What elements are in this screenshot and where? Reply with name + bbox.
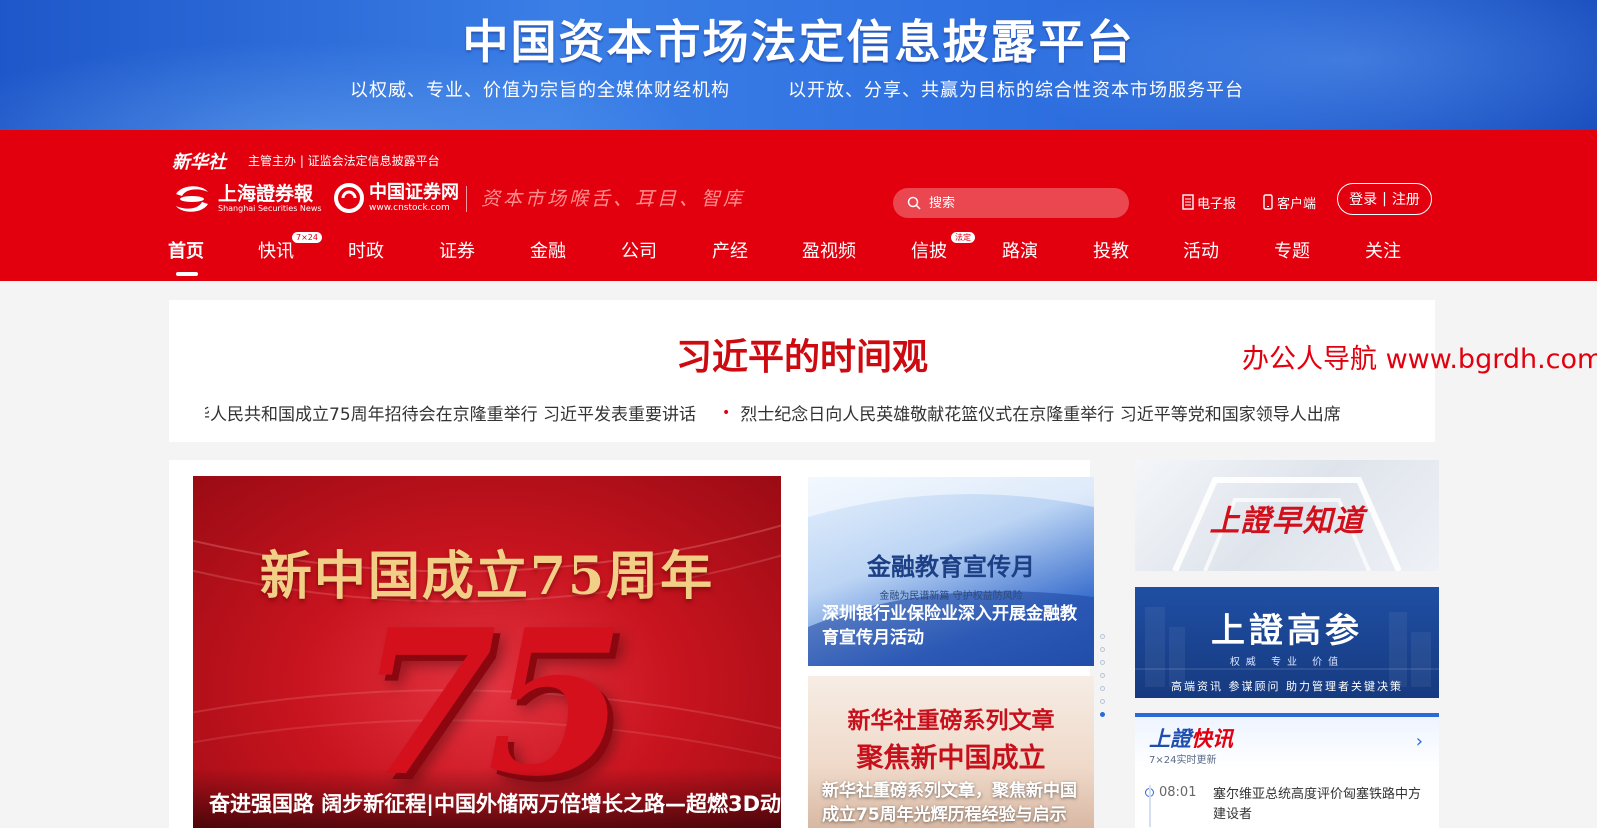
header-slogan: 资本市场喉舌、耳目、智库 bbox=[466, 186, 745, 212]
main-nav: 首页 快讯 7×24 时政 证券 金融 公司 产经 盈视频 信披 法定 路演 投教 … bbox=[168, 232, 1438, 278]
nav-item-company[interactable]: 公司 bbox=[621, 238, 657, 278]
nav-item-finance[interactable]: 金融 bbox=[530, 238, 566, 278]
card-subtitle: 金融为民谱新篇 守护权益防风险 bbox=[879, 591, 1023, 602]
carousel-dot[interactable] bbox=[1100, 634, 1105, 639]
nav-item-roadshow[interactable]: 路演 bbox=[1002, 238, 1038, 278]
client-label: 客户端 bbox=[1277, 196, 1317, 212]
nav-badge-7x24: 7×24 bbox=[292, 232, 322, 243]
nav-item-events[interactable]: 活动 bbox=[1183, 238, 1219, 278]
nav-item-industry[interactable]: 产经 bbox=[712, 238, 748, 278]
search-box[interactable] bbox=[893, 188, 1129, 218]
login-separator: | bbox=[1382, 191, 1387, 207]
cnstock-logo[interactable]: 中国证券网 www.cnstock.com bbox=[333, 182, 459, 214]
executive-advisor-tagline: 高端资讯 参谋顾问 助力管理者关键决策 bbox=[1171, 680, 1403, 693]
xinhua-logo[interactable]: 新华社 bbox=[172, 148, 226, 174]
news-card-finance-education[interactable]: 金融教育宣传月 金融为民谱新篇 守护权益防风险 深圳银行业保险业深入开展金融教育… bbox=[808, 477, 1094, 666]
site-header: 新华社 主管主办 | 证监会法定信息披露平台 上海證券報 Shanghai Se… bbox=[0, 130, 1597, 281]
nav-item-disclosure[interactable]: 信披 法定 bbox=[911, 232, 975, 278]
carousel-dot[interactable] bbox=[1100, 647, 1105, 652]
banner-subtitle-right: 以开放、分享、共赢为目标的综合性资本市场服务平台 bbox=[788, 80, 1244, 101]
carousel-dots bbox=[1100, 634, 1106, 725]
register-link[interactable]: 注册 bbox=[1392, 189, 1420, 209]
carousel-dot[interactable] bbox=[1100, 699, 1105, 704]
flash-news-text[interactable]: 塞尔维亚总统高度评价匈塞铁路中方建设者 bbox=[1213, 785, 1425, 825]
carousel-dot-active[interactable] bbox=[1100, 712, 1105, 717]
search-input[interactable] bbox=[929, 195, 1109, 211]
shanghai-securities-news-logo[interactable]: 上海證券報 Shanghai Securities News bbox=[172, 182, 322, 216]
card-caption[interactable]: 新华社重磅系列文章，聚焦新中国成立75周年光辉历程经验与启示 bbox=[822, 779, 1088, 827]
nav-item-investor-education[interactable]: 投教 bbox=[1093, 238, 1129, 278]
carousel-dot[interactable] bbox=[1100, 686, 1105, 691]
card-title-line1: 新华社重磅系列文章 bbox=[847, 707, 1055, 734]
nav-badge-legal: 法定 bbox=[951, 232, 975, 243]
flash-news-item[interactable]: 08:01 塞尔维亚总统高度评价匈塞铁路中方建设者 bbox=[1149, 785, 1425, 827]
ssn-logo-en: Shanghai Securities News bbox=[218, 204, 322, 213]
nav-item-video[interactable]: 盈视频 bbox=[802, 238, 856, 278]
search-icon bbox=[907, 196, 921, 210]
banner-title: 中国资本市场法定信息披露平台 bbox=[462, 15, 1135, 69]
timeline-bar bbox=[1149, 785, 1151, 827]
nav-item-politics[interactable]: 时政 bbox=[348, 238, 384, 278]
login-link[interactable]: 登录 bbox=[1349, 189, 1377, 209]
executive-advisor-banner[interactable]: 上證高参 权威 专业 价值 高端资讯 参谋顾问 助力管理者关键决策 bbox=[1135, 587, 1439, 698]
ssn-logo-cn: 上海證券報 bbox=[218, 183, 314, 205]
card-title-line2: 聚焦新中国成立 bbox=[856, 743, 1046, 774]
ticker-item[interactable]: 华人民共和国成立75周年招待会在京隆重举行 习近平发表重要讲话 bbox=[205, 400, 696, 425]
news-card-xinhua-series[interactable]: 新华社重磅系列文章 聚焦新中国成立 新华社重磅系列文章，聚焦新中国成立75周年光… bbox=[808, 676, 1094, 828]
morning-brief-banner[interactable]: 上證早知道 bbox=[1135, 460, 1439, 571]
ssn-swirl-icon bbox=[176, 186, 208, 212]
cnstock-ring-icon bbox=[334, 183, 364, 213]
card-caption[interactable]: 深圳银行业保险业深入开展金融教育宣传月活动 bbox=[822, 602, 1088, 650]
news-ticker: 华人民共和国成立75周年招待会在京隆重举行 习近平发表重要讲话 • 烈士纪念日向人… bbox=[205, 400, 1397, 428]
nav-item-flash[interactable]: 快讯 7×24 bbox=[258, 232, 322, 278]
flash-news-subtitle: 7×24实时更新 bbox=[1149, 755, 1217, 766]
login-register-button[interactable]: 登录 | 注册 bbox=[1337, 183, 1432, 215]
banner-subtitle-left: 以权威、专业、价值为宗旨的全媒体财经机构 bbox=[350, 80, 730, 101]
carousel-dot[interactable] bbox=[1100, 673, 1105, 678]
nav-item-home[interactable]: 首页 bbox=[168, 238, 204, 278]
newspaper-icon bbox=[1182, 194, 1194, 210]
client-link[interactable]: 客户端 bbox=[1262, 190, 1316, 214]
nav-item-topics[interactable]: 专题 bbox=[1274, 238, 1310, 278]
cnstock-logo-cn: 中国证券网 bbox=[369, 182, 459, 203]
cnstock-logo-en: www.cnstock.com bbox=[369, 203, 450, 213]
headline-panel: 习近平的时间观 办公人导航 www.bgrdh.com 华人民共和国成立75周年… bbox=[169, 300, 1597, 442]
card-title: 金融教育宣传月 bbox=[867, 552, 1035, 581]
flash-news-time: 08:01 bbox=[1159, 785, 1203, 825]
ticker-item[interactable]: • 烈士纪念日向人民英雄敬献花篮仪式在京隆重举行 习近平等党和国家领导人出席 bbox=[722, 400, 1341, 426]
flash-news-panel: 上證快讯 7×24实时更新 › 08:01 塞尔维亚总统高度评价匈塞铁路中方建设… bbox=[1135, 713, 1439, 828]
nav-item-follow[interactable]: 关注 bbox=[1365, 238, 1401, 278]
xinhua-description: 主管主办 | 证监会法定信息披露平台 bbox=[248, 154, 440, 168]
executive-advisor-subtitle: 权威 专业 价值 bbox=[1229, 657, 1345, 668]
flash-news-header[interactable]: 上證快讯 7×24实时更新 › bbox=[1135, 717, 1439, 769]
morning-brief-title: 上證早知道 bbox=[1209, 504, 1365, 539]
top-banner: 中国资本市场法定信息披露平台 以权威、专业、价值为宗旨的全媒体财经机构 以开放、… bbox=[0, 0, 1597, 130]
phone-icon bbox=[1263, 194, 1273, 210]
executive-advisor-title: 上證高参 bbox=[1211, 611, 1363, 651]
flash-news-title: 上證快讯 bbox=[1149, 727, 1233, 751]
carousel-dot[interactable] bbox=[1100, 660, 1105, 665]
watermark-text: 办公人导航 www.bgrdh.com bbox=[1242, 344, 1597, 375]
bullet-dot-icon: • bbox=[722, 404, 731, 421]
chevron-right-icon[interactable]: › bbox=[1416, 731, 1423, 752]
hero-caption[interactable]: 奋进强国路 阔步新征程|中国外储两万倍增长之路—超燃3D动画今献 bbox=[193, 768, 781, 828]
nav-item-securities[interactable]: 证券 bbox=[439, 238, 475, 278]
hero-slide[interactable]: 新中国成立75周年 75 奋进强国路 阔步新征程|中国外储两万倍增长之路—超燃3… bbox=[193, 476, 781, 828]
epaper-link[interactable]: 电子报 bbox=[1182, 190, 1236, 214]
epaper-label: 电子报 bbox=[1197, 196, 1237, 212]
